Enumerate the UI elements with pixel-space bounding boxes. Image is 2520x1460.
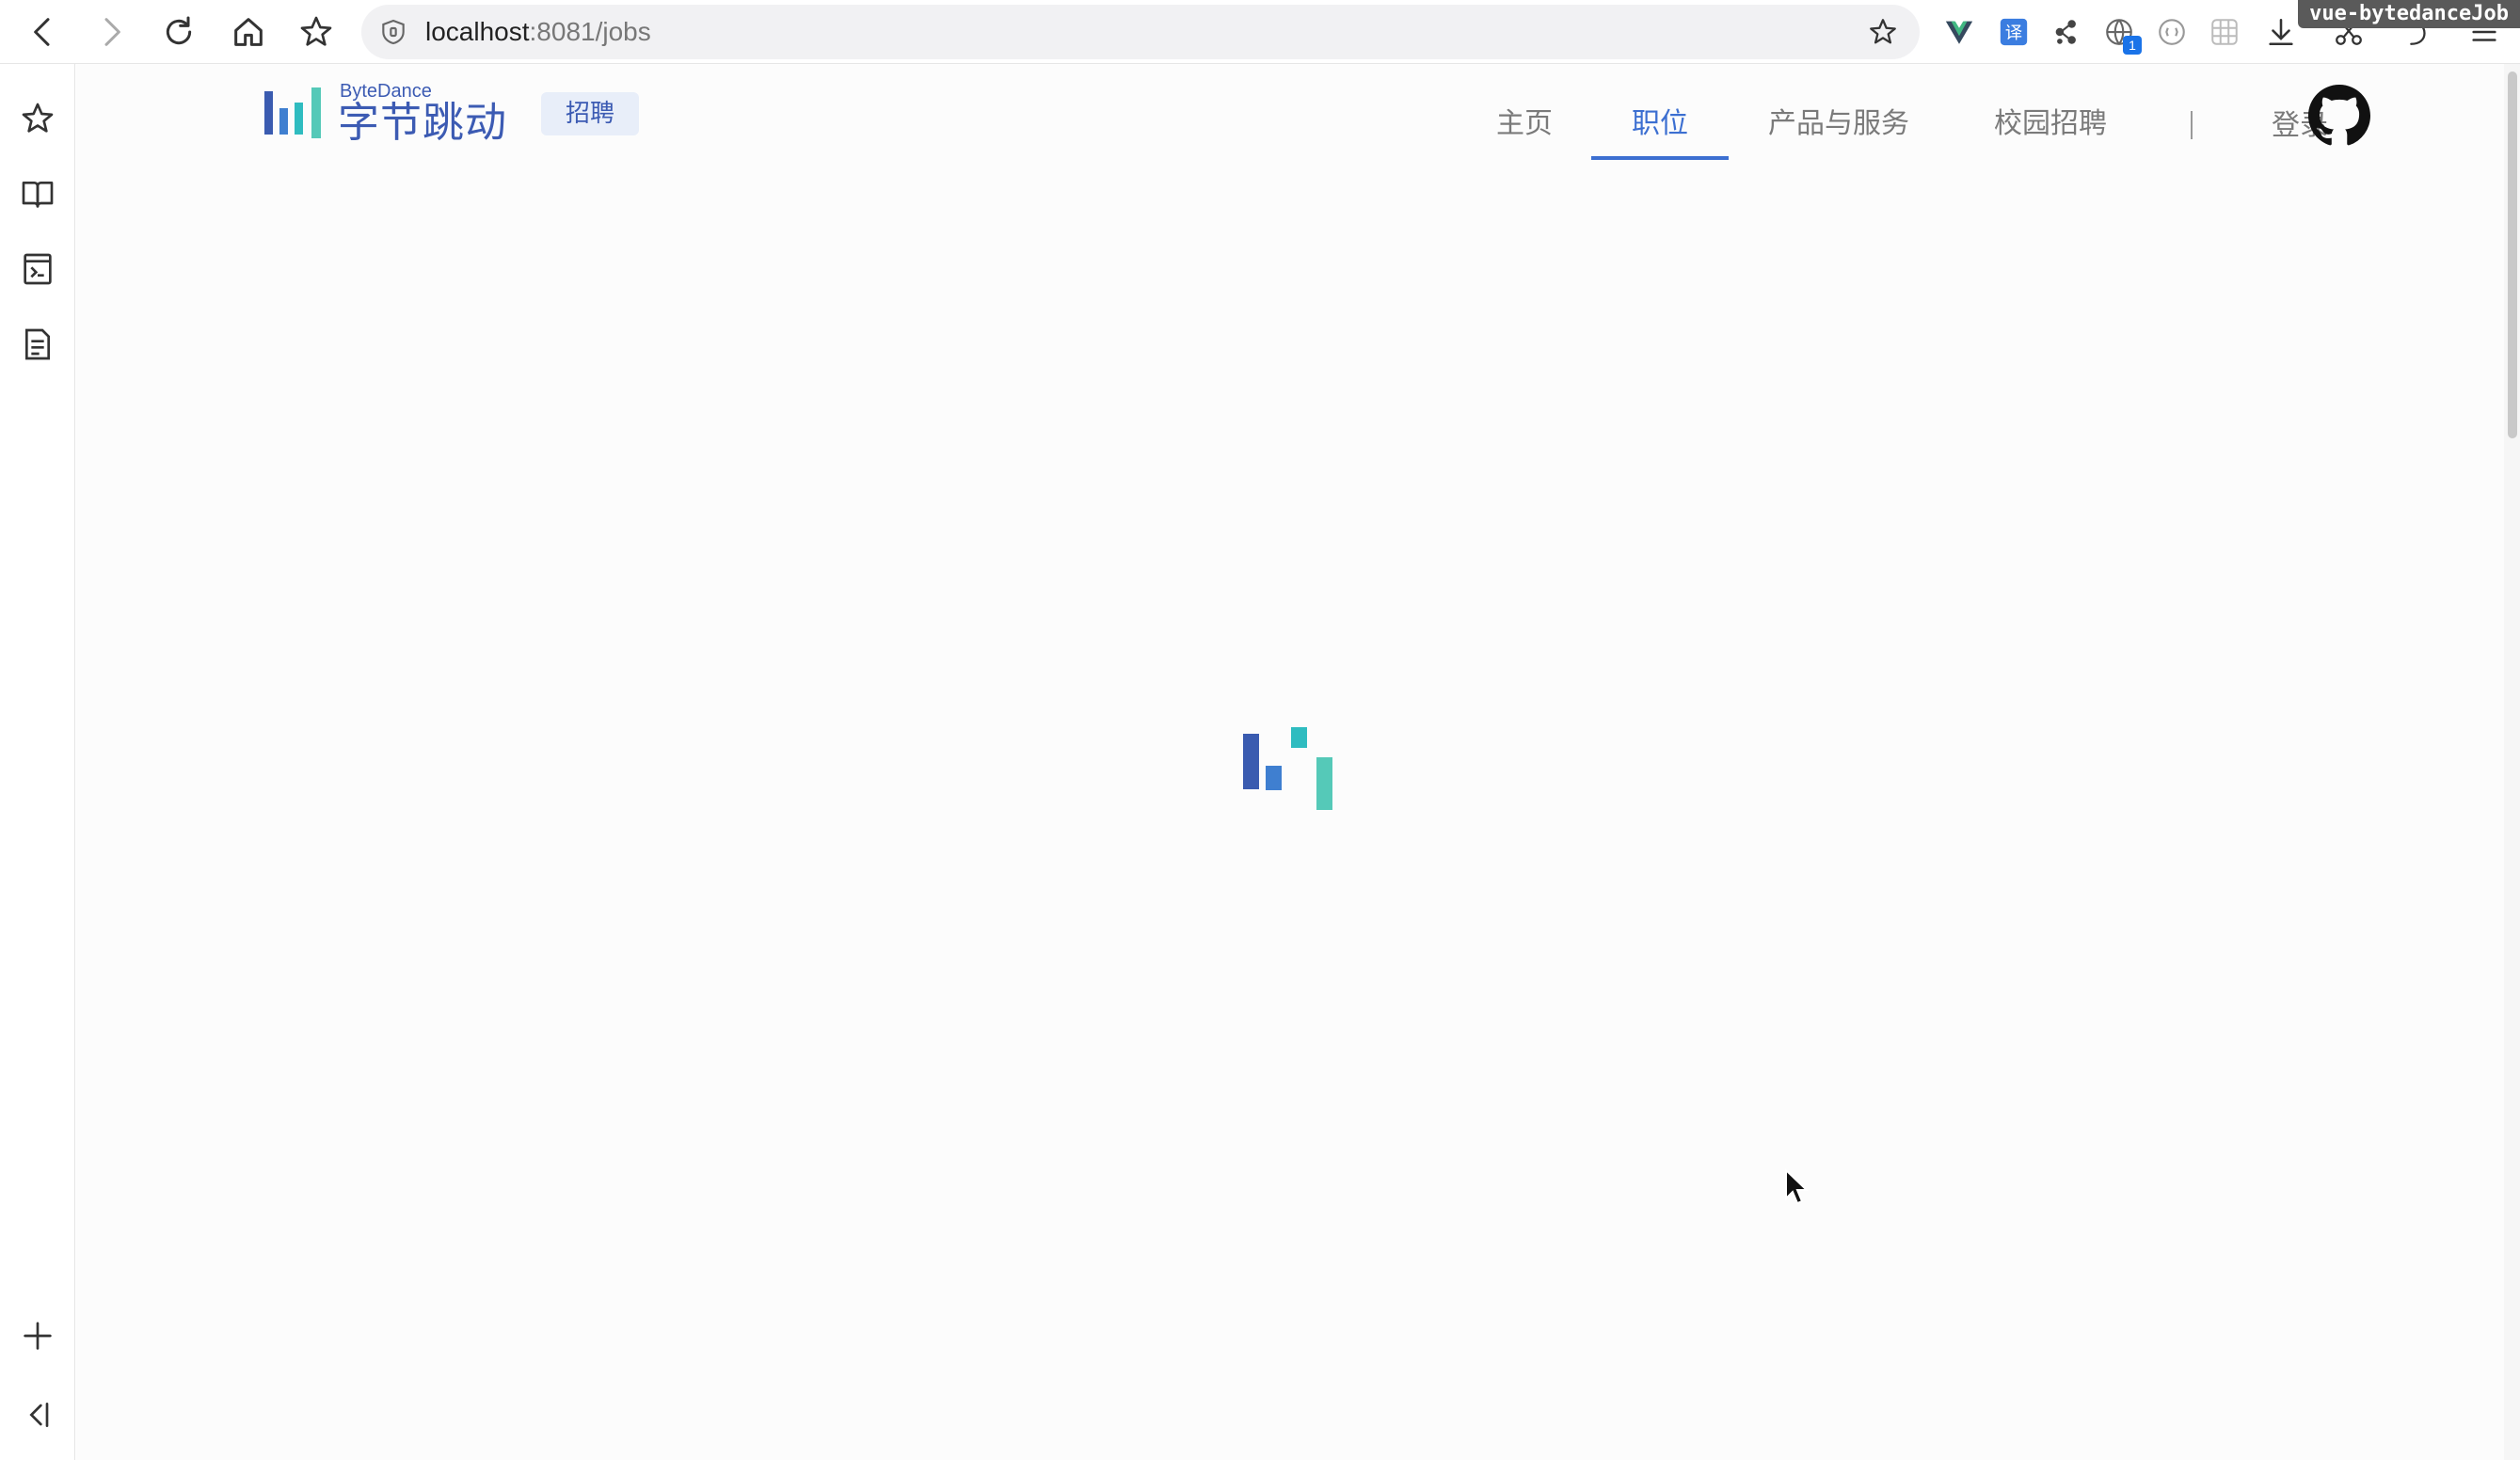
back-icon [34, 18, 50, 46]
nav-home[interactable]: 主页 [1493, 98, 1555, 154]
extension-badge-count: 1 [2123, 36, 2142, 55]
nav-jobs[interactable]: 职位 [1591, 98, 1729, 160]
network-icon [2055, 20, 2076, 44]
brand-name-cn: 字节跳动 [338, 99, 507, 147]
scrollbar-thumb[interactable] [2508, 71, 2517, 438]
browser-toolbar: localhost:8081/jobs 译 1 vue-bytedanceJob [0, 0, 2520, 64]
nav-divider [2191, 111, 2193, 139]
grid-icon [2211, 19, 2238, 45]
sidebar-reading-list[interactable] [17, 173, 58, 214]
loader-bar-1 [1243, 734, 1259, 789]
circle-icon [2159, 19, 2185, 45]
brand-wordmark: ByteDance 字节跳动 [338, 81, 526, 147]
nav-products-services[interactable]: 产品与服务 [1764, 98, 1913, 154]
svg-text:译: 译 [2005, 24, 2022, 43]
download-icon [2269, 18, 2293, 46]
circle-extension[interactable] [2153, 13, 2191, 51]
reload-button[interactable] [156, 9, 201, 55]
screenshot-icon [24, 253, 52, 285]
recruitment-tag: 招聘 [541, 92, 640, 135]
loader-bar-3 [1291, 727, 1307, 748]
loading-spinner [1243, 727, 1332, 810]
url-host: localhost [425, 17, 530, 46]
translate-icon: 译 [2000, 18, 2028, 46]
network-extension[interactable] [2048, 13, 2085, 51]
bookmark-page-icon[interactable] [1867, 16, 1899, 48]
bookmark-button[interactable] [294, 9, 339, 55]
forward-button[interactable] [88, 9, 134, 55]
address-bar[interactable]: localhost:8081/jobs [361, 5, 1920, 59]
loader-bar-2 [1266, 766, 1282, 790]
sidebar-add[interactable] [17, 1315, 58, 1357]
url-text: localhost:8081/jobs [425, 5, 651, 59]
translate-extension[interactable]: 译 [1995, 13, 2033, 51]
add-icon [24, 1322, 52, 1350]
forward-icon [104, 18, 120, 46]
collapse-sidebar-icon [29, 1403, 49, 1427]
tab-title-tooltip: vue-bytedanceJob [2298, 0, 2520, 28]
home-button[interactable] [226, 9, 271, 55]
shield-icon [382, 19, 405, 45]
brand-logo[interactable]: ByteDance 字节跳动 招聘 [264, 81, 640, 147]
vue-devtools-icon [1945, 21, 1973, 44]
sidebar-collapse[interactable] [17, 1394, 58, 1436]
notes-icon [25, 328, 50, 360]
reading-list-icon [22, 182, 54, 208]
mouse-cursor-icon [1785, 1168, 1810, 1205]
reload-icon [166, 16, 192, 45]
grid-extension[interactable] [2206, 13, 2243, 51]
sidebar-screenshot[interactable] [17, 248, 58, 290]
github-icon[interactable] [2308, 85, 2370, 147]
sidebar-favorites[interactable] [17, 98, 58, 139]
bytedance-logo-mark [264, 87, 321, 138]
star-icon [22, 103, 54, 133]
badge-extension[interactable]: 1 [2100, 13, 2142, 55]
sidebar-notes[interactable] [17, 324, 58, 365]
page-scrollbar[interactable] [2504, 64, 2520, 1460]
back-button[interactable] [21, 9, 66, 55]
loader-bar-4 [1316, 757, 1332, 810]
nav-campus-recruitment[interactable]: 校园招聘 [1990, 98, 2111, 154]
download-button[interactable] [2262, 13, 2300, 51]
url-path: :8081/jobs [529, 17, 651, 46]
bookmark-star-icon [300, 16, 332, 46]
browser-sidebar [0, 64, 75, 1460]
home-icon [234, 18, 263, 46]
vue-devtools-extension[interactable] [1940, 13, 1978, 51]
page-content: ByteDance 字节跳动 招聘 主页 职位 产品与服务 校园招聘 登录 [76, 64, 2504, 1460]
